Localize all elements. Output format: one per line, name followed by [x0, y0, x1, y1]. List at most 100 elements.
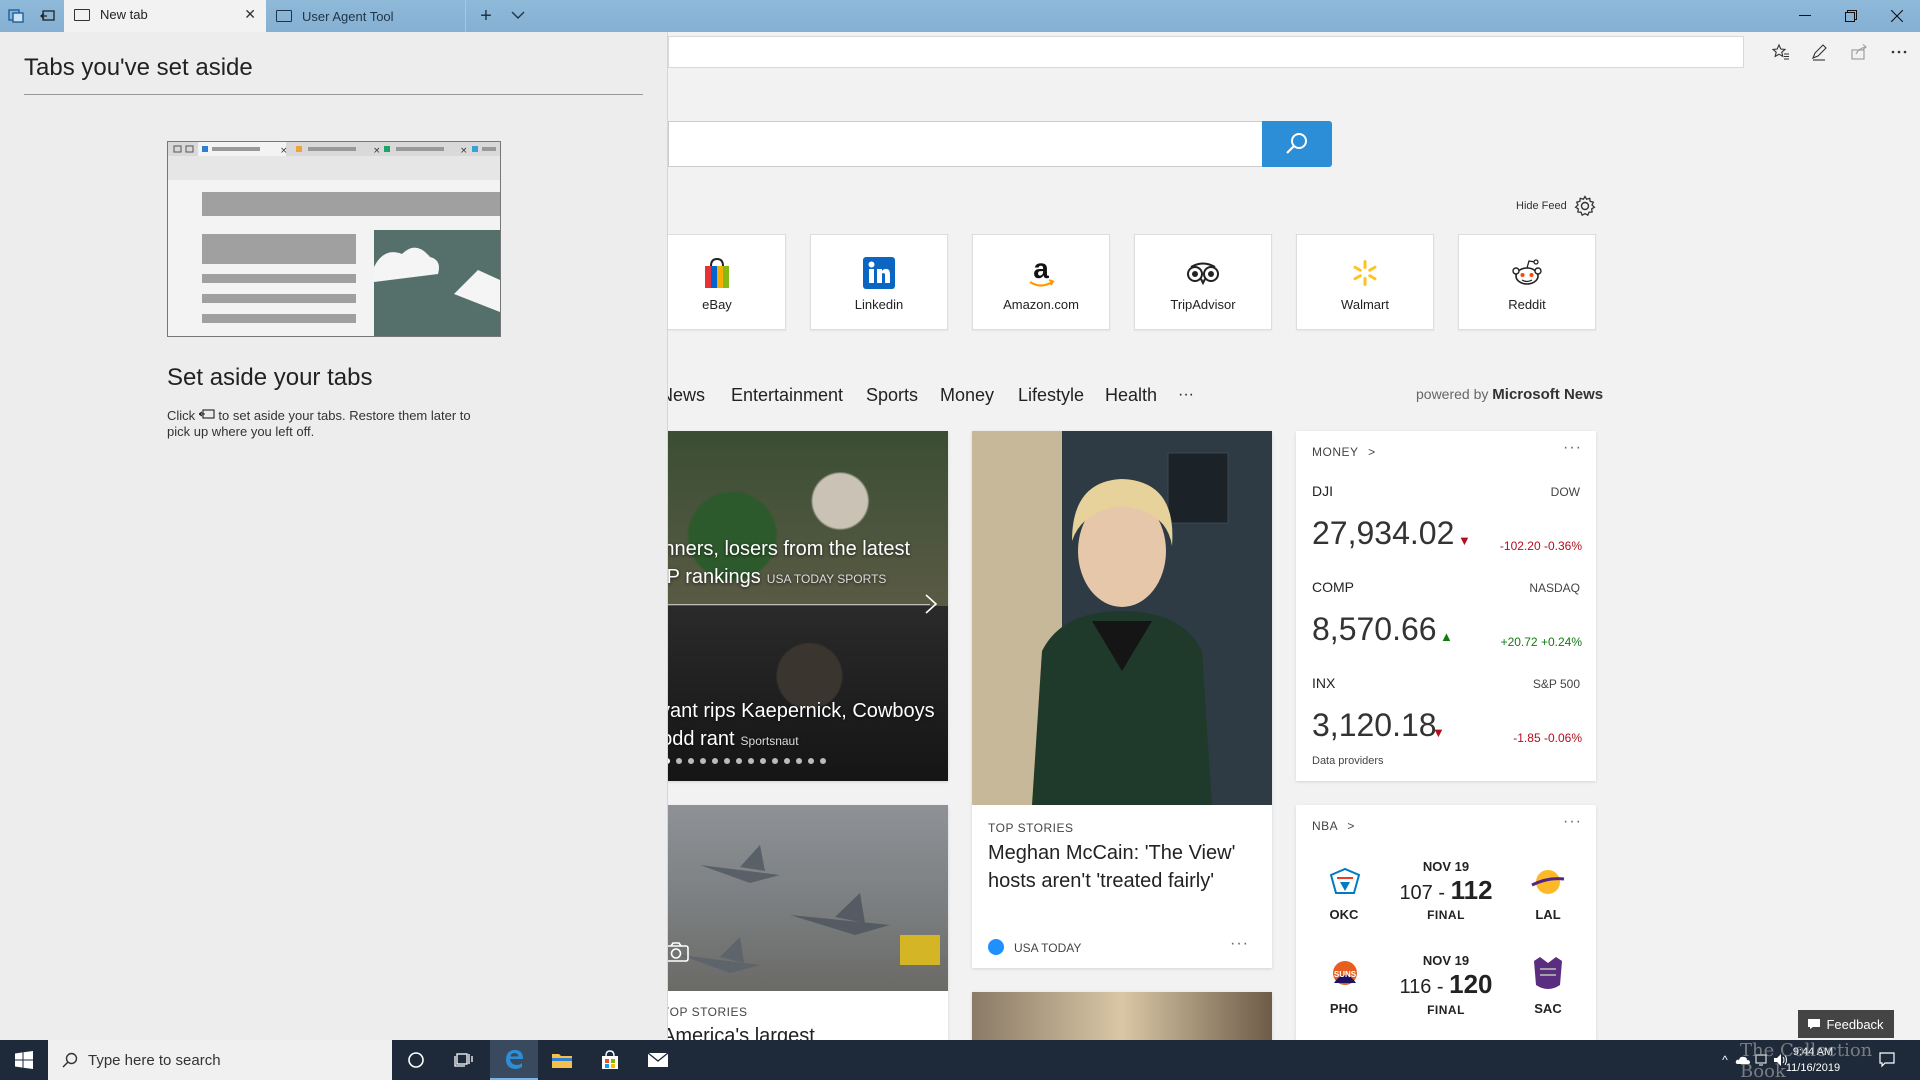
microsoft-news-brand[interactable]: Microsoft News: [1492, 386, 1603, 403]
chevron-right-icon[interactable]: [924, 593, 944, 617]
windows-start-button[interactable]: [0, 1040, 48, 1080]
up-arrow-icon: ▲: [1440, 629, 1453, 644]
home-team: LAL: [1535, 907, 1561, 922]
amazon-icon: a: [973, 255, 1109, 291]
svg-text:×: ×: [373, 146, 381, 156]
story-category: TOP STORIES: [988, 821, 1074, 835]
down-arrow-icon: ▼: [1432, 725, 1445, 740]
title-bar: New tab ✕ User Agent Tool +: [0, 0, 1920, 32]
close-tab-icon[interactable]: ✕: [244, 6, 256, 23]
mail-icon: [647, 1052, 669, 1067]
chevron-right-icon: >: [1368, 445, 1376, 459]
carousel-dots[interactable]: [664, 758, 826, 764]
game-date: NOV 19: [1422, 859, 1470, 874]
tab-new-tab[interactable]: New tab ✕: [64, 0, 266, 32]
news-card-partial[interactable]: [972, 992, 1272, 1040]
quick-link-linkedin[interactable]: Linkedin: [810, 234, 948, 330]
category-health[interactable]: Health: [1105, 385, 1157, 406]
minimize-button[interactable]: [1782, 0, 1828, 32]
news-carousel[interactable]: Winners, losers from the latest CFP rank…: [640, 431, 948, 781]
search-button[interactable]: [1262, 121, 1332, 167]
store-button[interactable]: [586, 1040, 634, 1080]
task-view-button[interactable]: [440, 1040, 488, 1080]
svg-text:SUNS: SUNS: [1334, 970, 1357, 979]
kings-logo-icon: [1530, 955, 1566, 995]
share-icon[interactable]: [1846, 40, 1872, 64]
search-icon: [1286, 133, 1307, 154]
svg-text:×: ×: [460, 146, 468, 156]
web-search-input[interactable]: [668, 121, 1262, 167]
story-more-button[interactable]: ···: [1230, 935, 1249, 953]
file-explorer-button[interactable]: [538, 1040, 586, 1080]
tab-user-agent-tool[interactable]: User Agent Tool: [266, 0, 466, 32]
quick-link-reddit[interactable]: Reddit: [1458, 234, 1596, 330]
suns-logo-icon: SUNS: [1328, 955, 1362, 995]
category-lifestyle[interactable]: Lifestyle: [1018, 385, 1084, 406]
set-aside-illustration: × × ×: [167, 141, 501, 337]
tab-label: User Agent Tool: [302, 8, 394, 24]
set-aside-tabs-icon[interactable]: [38, 6, 58, 26]
chevron-down-icon[interactable]: [506, 5, 530, 25]
windows-logo-icon: [15, 1051, 33, 1069]
folder-icon: [552, 1054, 572, 1068]
game-score: 107 - 112: [1399, 875, 1493, 905]
cortana-button[interactable]: [392, 1040, 440, 1080]
usa-today-logo-icon: [988, 939, 1004, 955]
hide-feed-link[interactable]: Hide Feed: [1516, 200, 1567, 212]
edge-taskbar-button[interactable]: [490, 1040, 538, 1080]
quick-link-walmart[interactable]: Walmart: [1296, 234, 1434, 330]
gear-icon[interactable]: [1574, 195, 1596, 217]
category-money[interactable]: Money: [940, 385, 994, 406]
tabs-aside-icon[interactable]: [6, 6, 26, 26]
linkedin-icon: [811, 255, 947, 291]
quick-link-amazon[interactable]: a Amazon.com: [972, 234, 1110, 330]
story-title[interactable]: Meghan McCain: 'The View' hosts aren't '…: [988, 839, 1258, 895]
feature-photo: [972, 431, 1272, 805]
feedback-button[interactable]: Feedback: [1798, 1010, 1894, 1038]
taskbar-search-placeholder: Type here to search: [88, 1051, 221, 1069]
set-aside-tabs-icon: [197, 409, 215, 419]
taskbar-search-box[interactable]: Type here to search: [48, 1040, 392, 1080]
set-aside-heading: Set aside your tabs: [167, 364, 373, 391]
stock-change: -1.85 -0.06%: [1513, 731, 1582, 745]
thunder-logo-icon: [1328, 867, 1362, 897]
svg-text:a: a: [1033, 256, 1049, 284]
money-widget-title[interactable]: MONEY >: [1312, 445, 1376, 459]
story-source: USA TODAY: [1014, 941, 1082, 955]
quick-link-label: Amazon.com: [1003, 297, 1079, 312]
ebay-bag-icon: [649, 255, 785, 291]
news-card-jets[interactable]: TOP STORIES America's largest: [640, 805, 948, 1040]
chevron-right-icon: >: [1347, 819, 1355, 833]
carousel-story-2[interactable]: Bryant rips Kaepernick, Cowboys in odd r…: [640, 697, 940, 755]
quick-link-ebay[interactable]: eBay: [648, 234, 786, 330]
nba-more-button[interactable]: ···: [1563, 813, 1582, 831]
more-settings-icon[interactable]: [1886, 40, 1912, 64]
new-tab-button[interactable]: +: [474, 5, 498, 28]
quick-link-label: Reddit: [1508, 297, 1546, 312]
game-status: FINAL: [1427, 908, 1465, 922]
news-card-feature[interactable]: TOP STORIES Meghan McCain: 'The View' ho…: [972, 431, 1272, 968]
restore-button[interactable]: [1828, 0, 1874, 32]
store-bag-icon: [602, 1050, 618, 1069]
walmart-spark-icon: [1297, 255, 1433, 291]
address-bar[interactable]: [668, 36, 1744, 68]
stock-symbol: INX: [1312, 675, 1336, 691]
show-hidden-icons-icon[interactable]: ^: [1716, 1051, 1734, 1069]
money-more-button[interactable]: ···: [1563, 439, 1582, 457]
category-sports[interactable]: Sports: [866, 385, 918, 406]
mail-button[interactable]: [634, 1040, 682, 1080]
more-categories-button[interactable]: ···: [1178, 386, 1194, 404]
carousel-divider: [640, 604, 930, 605]
nba-widget-title[interactable]: NBA >: [1312, 819, 1355, 833]
close-window-button[interactable]: [1874, 0, 1920, 32]
data-providers-link[interactable]: Data providers: [1312, 755, 1384, 767]
pen-notes-icon[interactable]: [1806, 40, 1832, 64]
carousel-story-1[interactable]: Winners, losers from the latest CFP rank…: [640, 535, 940, 593]
nba-widget: NBA > ··· OKC NOV 19 107 - 112 FINAL LAL…: [1296, 805, 1596, 1040]
quick-link-tripadvisor[interactable]: TripAdvisor: [1134, 234, 1272, 330]
category-entertainment[interactable]: Entertainment: [731, 385, 843, 406]
page-favicon-icon: [276, 10, 292, 22]
favorites-icon[interactable]: [1768, 40, 1794, 64]
quick-link-label: Walmart: [1341, 297, 1389, 312]
stock-symbol: DJI: [1312, 483, 1333, 499]
